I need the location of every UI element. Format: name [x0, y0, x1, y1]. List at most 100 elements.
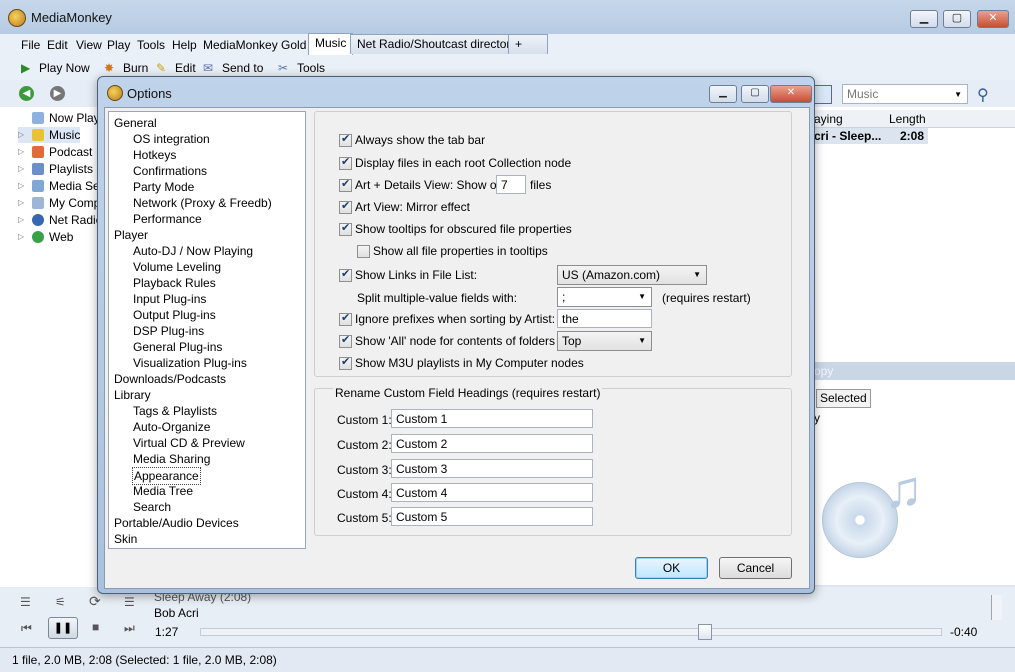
art-details-count-input[interactable]: 7 — [496, 175, 526, 194]
options-tree-item[interactable]: Playback Rules — [133, 275, 216, 291]
art-view-mirror-checkbox[interactable] — [339, 199, 352, 214]
equalizer-icon[interactable]: ⚟ — [55, 595, 66, 609]
show-all-node-checkbox[interactable] — [339, 333, 352, 348]
tree-item-podcast[interactable]: ▷ Podcast — [18, 144, 92, 160]
maximize-button[interactable]: ▢ — [943, 10, 971, 28]
menu-tools[interactable]: Tools — [137, 38, 165, 52]
show-tooltips-checkbox[interactable] — [339, 221, 352, 236]
back-icon[interactable]: ◀ — [19, 86, 34, 101]
previous-icon[interactable]: ⏮ — [21, 621, 32, 636]
all-node-position-select[interactable]: Top ▼ — [557, 331, 652, 351]
view-mode-icon[interactable] — [812, 85, 832, 104]
menu-edit[interactable]: Edit — [47, 38, 68, 52]
queue-icon[interactable]: ☰ — [124, 595, 135, 609]
tools-button[interactable]: Tools — [297, 61, 325, 75]
menu-view[interactable]: View — [76, 38, 102, 52]
show-links-checkbox[interactable] — [339, 267, 352, 282]
options-tree-item[interactable]: Input Plug-ins — [133, 291, 206, 307]
options-tree-item[interactable]: Network (Proxy & Freedb) — [133, 195, 272, 211]
dialog-maximize-button[interactable]: ▢ — [741, 85, 769, 103]
show-links-label: Show Links in File List: — [355, 268, 478, 282]
options-tree-item[interactable]: Party Mode — [133, 179, 194, 195]
display-files-root-checkbox[interactable] — [339, 155, 352, 170]
column-playing[interactable]: aying — [814, 112, 843, 126]
options-tree-item[interactable]: Player — [114, 227, 148, 243]
options-tree-item[interactable]: Auto-Organize — [133, 419, 210, 435]
search-icon[interactable]: ⚲ — [977, 85, 989, 105]
show-m3u-checkbox[interactable] — [339, 355, 352, 370]
options-tree-item[interactable]: OS integration — [133, 131, 210, 147]
options-tree-item[interactable]: DSP Plug-ins — [133, 323, 204, 339]
options-tree-item[interactable]: Skin — [114, 531, 137, 547]
cancel-button[interactable]: Cancel — [719, 557, 792, 579]
options-tree-item[interactable]: Confirmations — [133, 163, 207, 179]
column-length[interactable]: Length — [889, 112, 926, 126]
custom-5-input[interactable]: Custom 5 — [391, 507, 593, 526]
tree-item-now-playing[interactable]: Now Play — [18, 110, 100, 126]
ignore-prefixes-checkbox[interactable] — [339, 311, 352, 326]
close-button[interactable]: ✕ — [977, 10, 1009, 28]
volume-slider[interactable] — [991, 595, 1002, 620]
custom-4-input[interactable]: Custom 4 — [391, 483, 593, 502]
menu-mediamonkey-gold[interactable]: MediaMonkey Gold — [203, 38, 306, 52]
links-store-select[interactable]: US (Amazon.com) ▼ — [557, 265, 707, 285]
ok-button[interactable]: OK — [635, 557, 708, 579]
options-tree-item[interactable]: General — [114, 115, 157, 131]
options-tree-item[interactable]: Search — [133, 499, 171, 515]
edit-button[interactable]: Edit — [175, 61, 196, 75]
next-icon[interactable]: ⏭ — [124, 621, 135, 636]
tree-item-music[interactable]: ▷ Music — [18, 127, 81, 143]
menu-file[interactable]: File — [21, 38, 40, 52]
options-tree-item[interactable]: Performance — [133, 211, 202, 227]
options-tree-item[interactable]: Media Tree — [133, 483, 193, 499]
split-separator-select[interactable]: ; ▼ — [557, 287, 652, 307]
minimize-button[interactable]: ▁ — [910, 10, 938, 28]
tree-item-media-servers[interactable]: ▷ Media Ser — [18, 178, 104, 194]
options-tree-item[interactable]: Tags & Playlists — [133, 403, 217, 419]
show-all-props-checkbox[interactable] — [357, 245, 370, 258]
always-show-tab-bar-checkbox[interactable] — [339, 132, 352, 147]
burn-button[interactable]: Burn — [123, 61, 148, 75]
tab-add[interactable]: + — [508, 34, 548, 54]
options-tree-item[interactable]: Hotkeys — [133, 147, 176, 163]
options-tree-item[interactable]: Auto-DJ / Now Playing — [133, 243, 253, 259]
options-tree-item[interactable]: Library — [114, 387, 151, 403]
dialog-close-button[interactable]: ✕ — [770, 85, 812, 103]
options-tree-item[interactable]: Virtual CD & Preview — [133, 435, 245, 451]
options-tree-item[interactable]: Volume Leveling — [133, 259, 221, 275]
playlist-icon[interactable]: ☰ — [20, 595, 31, 609]
seek-bar[interactable] — [200, 624, 942, 640]
dialog-minimize-button[interactable]: ▁ — [709, 85, 737, 103]
send-to-button[interactable]: Send to — [222, 61, 263, 75]
tree-item-playlists[interactable]: ▷ Playlists — [18, 161, 93, 177]
tree-item-net-radio[interactable]: ▷ Net Radio — [18, 212, 102, 228]
custom-1-input[interactable]: Custom 1 — [391, 409, 593, 428]
custom-5-label: Custom 5: — [337, 511, 392, 525]
forward-icon[interactable]: ▶ — [50, 86, 65, 101]
tab-net-radio[interactable]: Net Radio/Shoutcast directory — [350, 34, 524, 54]
search-scope-select[interactable]: Music ▼ — [842, 84, 968, 104]
menu-play[interactable]: Play — [107, 38, 130, 52]
track-row[interactable]: cri - Sleep... 2:08 — [812, 128, 928, 144]
art-details-checkbox[interactable] — [339, 177, 352, 192]
options-tree-item[interactable]: Downloads/Podcasts — [114, 371, 226, 387]
options-tree-item[interactable]: General Plug-ins — [133, 339, 222, 355]
tree-item-web[interactable]: ▷ Web — [18, 229, 73, 245]
tree-item-my-computer[interactable]: ▷ My Comp — [18, 195, 100, 211]
prefixes-input[interactable]: the — [557, 309, 652, 328]
repeat-icon[interactable]: ⟳ — [89, 593, 101, 610]
pause-button[interactable]: ❚❚ — [48, 617, 78, 639]
stop-icon[interactable]: ■ — [92, 620, 99, 634]
seek-thumb[interactable] — [698, 624, 712, 640]
options-tree-item[interactable]: Visualization Plug-ins — [133, 355, 247, 371]
custom-3-input[interactable]: Custom 3 — [391, 459, 593, 478]
custom-2-input[interactable]: Custom 2 — [391, 434, 593, 453]
options-dialog-body: General OS integration Hotkeys Confirmation… — [104, 107, 810, 589]
options-tree-item[interactable]: Output Plug-ins — [133, 307, 216, 323]
tab-music[interactable]: Music — [308, 33, 354, 55]
tab-selected[interactable]: Selected — [816, 389, 871, 408]
play-now-button[interactable]: Play Now — [39, 61, 90, 75]
options-tree-item[interactable]: Media Sharing — [133, 451, 210, 467]
menu-help[interactable]: Help — [172, 38, 197, 52]
options-tree-item[interactable]: Portable/Audio Devices — [114, 515, 239, 531]
